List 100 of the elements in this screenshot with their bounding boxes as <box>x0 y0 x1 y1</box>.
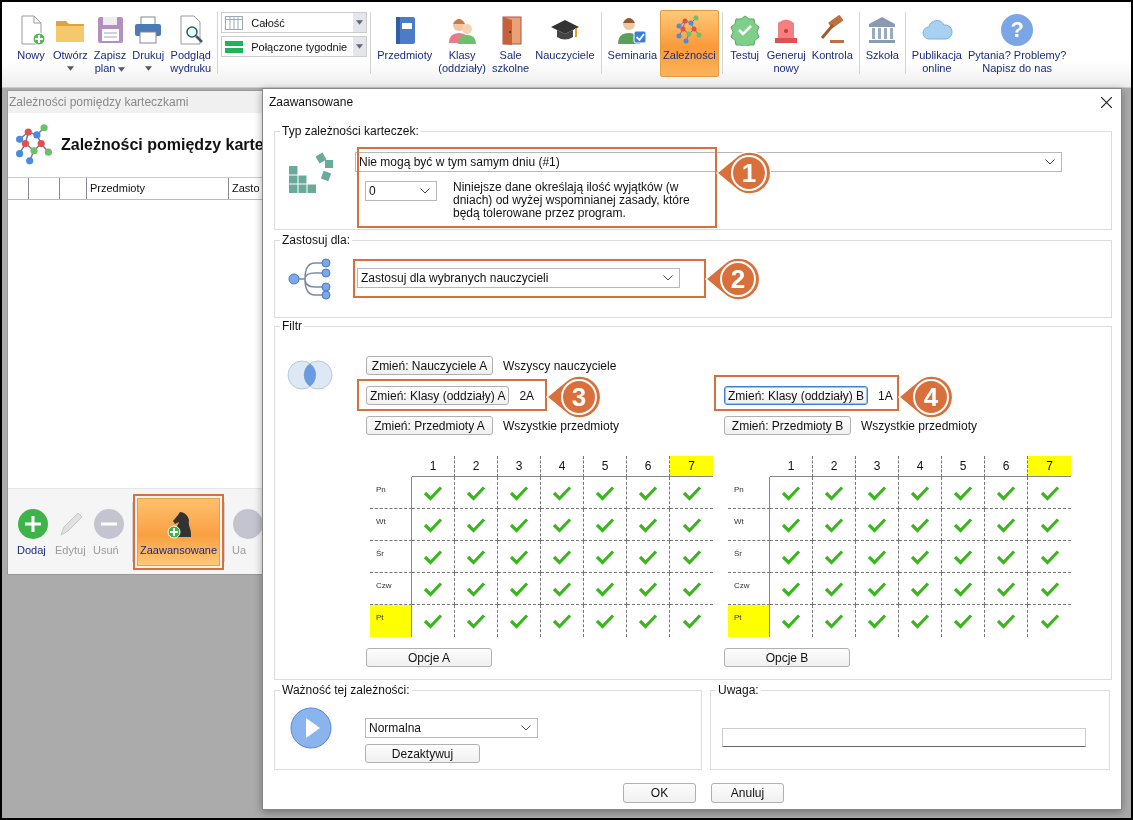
check-icon[interactable] <box>595 516 615 533</box>
check-icon[interactable] <box>681 484 702 501</box>
toolbar-button[interactable]: Publikacja online <box>908 10 965 77</box>
check-icon[interactable] <box>996 484 1016 501</box>
change-button[interactable]: Zmień: Przedmioty A <box>366 416 493 435</box>
toolbar-button[interactable]: Podgląd wydruku <box>167 10 215 77</box>
check-icon[interactable] <box>781 613 801 629</box>
change-button[interactable]: Zmień: Klasy (oddziały) B <box>724 386 869 405</box>
toolbar-button[interactable]: Seminaria <box>604 10 661 77</box>
options-button[interactable]: Opcje A <box>366 648 492 667</box>
check-icon[interactable] <box>552 613 572 629</box>
check-icon[interactable] <box>781 580 801 597</box>
check-icon[interactable] <box>910 484 930 501</box>
check-icon[interactable] <box>867 548 887 565</box>
view-dropdown[interactable]: Połączone tygodnie <box>221 36 368 57</box>
check-icon[interactable] <box>595 613 615 629</box>
view-dropdown[interactable]: Całość <box>221 12 368 33</box>
check-icon[interactable] <box>867 516 887 533</box>
check-icon[interactable] <box>466 580 486 597</box>
check-icon[interactable] <box>466 613 486 629</box>
check-icon[interactable] <box>638 548 658 565</box>
check-icon[interactable] <box>824 613 844 629</box>
column-header[interactable]: Przedmioty <box>86 178 228 199</box>
check-icon[interactable] <box>1039 484 1060 501</box>
check-icon[interactable] <box>953 613 973 629</box>
toolbar-button[interactable]: Zapisz plan <box>90 10 130 77</box>
check-icon[interactable] <box>595 580 615 597</box>
toolbar-button[interactable]: Testuj <box>725 10 764 77</box>
toolbar-button[interactable]: Zależności <box>660 10 719 77</box>
apply-dropdown[interactable]: Zastosuj dla wybranych nauczycieli <box>357 268 680 288</box>
check-icon[interactable] <box>910 516 930 533</box>
toolbar-button[interactable]: Klasy (oddziały) <box>435 10 489 77</box>
close-icon[interactable] <box>1101 96 1112 108</box>
check-icon[interactable] <box>996 613 1016 629</box>
check-icon[interactable] <box>552 548 572 565</box>
action-button[interactable]: Dodaj <box>14 502 52 561</box>
check-icon[interactable] <box>595 548 615 565</box>
check-icon[interactable] <box>681 548 702 565</box>
check-icon[interactable] <box>910 580 930 597</box>
check-icon[interactable] <box>1039 580 1060 597</box>
check-icon[interactable] <box>1039 516 1060 533</box>
check-icon[interactable] <box>509 516 529 533</box>
toolbar-button[interactable]: Nowy <box>12 10 50 77</box>
change-button[interactable]: Zmień: Nauczyciele A <box>366 356 493 375</box>
dialog-button[interactable]: Anuluj <box>711 783 784 803</box>
toolbar-button[interactable]: ? Pytania? Problemy? Napisz do nas <box>964 10 1070 77</box>
check-icon[interactable] <box>552 580 572 597</box>
check-icon[interactable] <box>423 613 443 629</box>
toolbar-button[interactable]: Sale szkolne <box>488 10 533 77</box>
change-button[interactable]: Zmień: Przedmioty B <box>724 416 851 435</box>
toolbar-button[interactable]: Przedmioty <box>374 10 436 77</box>
toolbar-button[interactable]: Szkoła <box>862 10 902 77</box>
check-icon[interactable] <box>781 548 801 565</box>
toolbar-button[interactable]: Nauczyciele <box>532 10 598 77</box>
check-icon[interactable] <box>638 613 658 629</box>
check-icon[interactable] <box>509 548 529 565</box>
check-icon[interactable] <box>423 548 443 565</box>
check-icon[interactable] <box>1039 548 1060 565</box>
check-icon[interactable] <box>781 516 801 533</box>
check-icon[interactable] <box>638 580 658 597</box>
check-icon[interactable] <box>781 484 801 501</box>
check-icon[interactable] <box>552 516 572 533</box>
exceptions-dropdown[interactable]: 0 <box>365 181 437 201</box>
check-icon[interactable] <box>509 484 529 501</box>
check-icon[interactable] <box>509 613 529 629</box>
check-icon[interactable] <box>681 580 702 597</box>
check-icon[interactable] <box>996 580 1016 597</box>
options-button[interactable]: Opcje B <box>724 648 850 667</box>
check-icon[interactable] <box>910 613 930 629</box>
severity-dropdown[interactable]: Normalna <box>365 718 538 738</box>
toolbar-button[interactable]: Otwórz <box>50 10 91 77</box>
check-icon[interactable] <box>824 580 844 597</box>
deactivate-button[interactable]: Dezaktywuj <box>365 744 480 763</box>
change-button[interactable]: Zmień: Klasy (oddziały) A <box>366 386 510 405</box>
check-icon[interactable] <box>824 516 844 533</box>
check-icon[interactable] <box>552 484 572 501</box>
check-icon[interactable] <box>953 580 973 597</box>
check-icon[interactable] <box>953 548 973 565</box>
check-icon[interactable] <box>824 484 844 501</box>
check-icon[interactable] <box>910 548 930 565</box>
check-icon[interactable] <box>996 548 1016 565</box>
check-icon[interactable] <box>423 580 443 597</box>
check-icon[interactable] <box>423 484 443 501</box>
check-icon[interactable] <box>638 484 658 501</box>
check-icon[interactable] <box>867 580 887 597</box>
check-icon[interactable] <box>638 516 658 533</box>
toolbar-button[interactable]: Generuj nowy <box>763 10 809 77</box>
check-icon[interactable] <box>996 516 1016 533</box>
check-icon[interactable] <box>867 484 887 501</box>
check-icon[interactable] <box>423 516 443 533</box>
check-icon[interactable] <box>466 484 486 501</box>
check-icon[interactable] <box>1039 613 1060 629</box>
check-icon[interactable] <box>681 613 702 629</box>
check-icon[interactable] <box>953 516 973 533</box>
toolbar-button[interactable]: Kontrola <box>808 10 856 77</box>
check-icon[interactable] <box>466 516 486 533</box>
check-icon[interactable] <box>466 548 486 565</box>
dialog-button[interactable]: OK <box>623 783 696 803</box>
check-icon[interactable] <box>681 516 702 533</box>
check-icon[interactable] <box>824 548 844 565</box>
